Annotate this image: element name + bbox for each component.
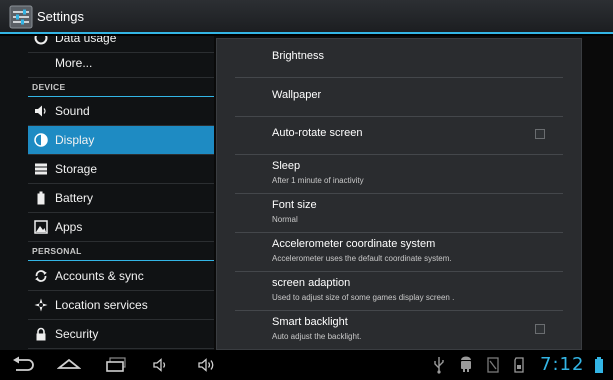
sidebar-item-sound[interactable]: Sound	[28, 97, 214, 126]
location-icon	[34, 298, 48, 312]
pref-accelerometer[interactable]: Accelerometer coordinate system Accelero…	[235, 233, 563, 272]
pref-smart-backlight[interactable]: Smart backlight Auto adjust the backligh…	[235, 311, 563, 349]
sidebar-item-label: Security	[55, 327, 99, 341]
pref-title: Font size	[272, 199, 317, 211]
pref-title: Accelerometer coordinate system	[272, 238, 436, 250]
pref-title: Smart backlight	[272, 316, 348, 328]
pref-summary: Normal	[272, 215, 298, 224]
storage-icon	[35, 163, 47, 175]
display-settings-panel: Brightness Wallpaper Auto-rotate screen …	[216, 38, 582, 350]
sidebar-item-security[interactable]: Security	[28, 320, 214, 349]
status-clock: 7:12	[540, 354, 585, 375]
system-bar: 7:12	[0, 350, 613, 380]
recent-apps-icon[interactable]	[104, 356, 128, 374]
pref-summary: Used to adjust size of some games displa…	[272, 293, 455, 302]
sidebar-item-label: Apps	[55, 220, 83, 234]
sidebar-item-label: Storage	[55, 162, 98, 176]
settings-sidebar: Data usage More... DEVICE Sound Display …	[0, 36, 214, 350]
sidebar-item-label: Display	[55, 133, 95, 147]
pref-font-size[interactable]: Font size Normal	[235, 194, 563, 233]
usb-icon	[434, 357, 444, 374]
smart-backlight-checkbox[interactable]	[535, 324, 545, 334]
android-debug-icon	[461, 356, 471, 372]
pref-screen-adaption[interactable]: screen adaption Used to adjust size of s…	[235, 272, 563, 311]
pref-brightness[interactable]: Brightness	[235, 39, 563, 78]
sidebar-item-location-services[interactable]: Location services	[28, 291, 214, 320]
pref-summary: Accelerometer uses the default coordinat…	[272, 254, 452, 263]
sidebar-item-label: Data usage	[55, 36, 117, 45]
back-icon[interactable]	[12, 356, 36, 374]
sidebar-item-label: Location services	[55, 298, 148, 312]
pref-wallpaper[interactable]: Wallpaper	[235, 78, 563, 117]
pref-auto-rotate[interactable]: Auto-rotate screen	[235, 116, 563, 155]
sidebar-item-more[interactable]: More...	[28, 49, 214, 78]
sidebar-item-label: More...	[55, 56, 93, 70]
battery-status-icon	[595, 357, 603, 373]
pref-title: Wallpaper	[272, 89, 322, 101]
sd-card-icon	[514, 357, 524, 373]
sidebar-item-label: Battery	[55, 191, 94, 205]
volume-up-icon[interactable]	[197, 356, 217, 374]
speaker-icon	[35, 105, 46, 117]
battery-icon	[37, 191, 45, 205]
lock-icon	[36, 327, 46, 341]
data-usage-icon	[34, 36, 48, 45]
screenshot-icon	[487, 357, 499, 373]
action-bar: Settings	[0, 0, 613, 34]
section-header-label: PERSONAL	[32, 246, 82, 256]
auto-rotate-checkbox[interactable]	[535, 129, 545, 139]
pref-title: Sleep	[272, 160, 301, 172]
display-icon	[34, 133, 48, 147]
pref-title: Brightness	[272, 50, 324, 62]
pref-sleep[interactable]: Sleep After 1 minute of inactivity	[235, 155, 563, 194]
sidebar-item-storage[interactable]: Storage	[28, 155, 214, 184]
pref-summary: Auto adjust the backlight.	[272, 332, 362, 341]
sidebar-item-battery[interactable]: Battery	[28, 184, 214, 213]
apps-icon	[34, 220, 48, 234]
app-title: Settings	[37, 9, 84, 24]
pref-title: Auto-rotate screen	[272, 127, 363, 139]
sidebar-item-apps[interactable]: Apps	[28, 213, 214, 242]
pref-summary: After 1 minute of inactivity	[272, 176, 364, 185]
home-icon[interactable]	[57, 356, 81, 374]
volume-down-icon[interactable]	[152, 356, 170, 374]
pref-title: screen adaption	[272, 277, 351, 289]
sync-icon	[35, 270, 47, 282]
sidebar-item-accounts-sync[interactable]: Accounts & sync	[28, 262, 214, 291]
sidebar-item-label: Accounts & sync	[55, 269, 144, 283]
section-header-device: DEVICE	[28, 79, 214, 97]
sidebar-item-display[interactable]: Display	[28, 126, 214, 155]
sidebar-item-label: Sound	[55, 104, 90, 118]
section-header-label: DEVICE	[32, 82, 66, 92]
section-header-personal: PERSONAL	[28, 243, 214, 261]
settings-app-icon[interactable]	[9, 5, 33, 29]
